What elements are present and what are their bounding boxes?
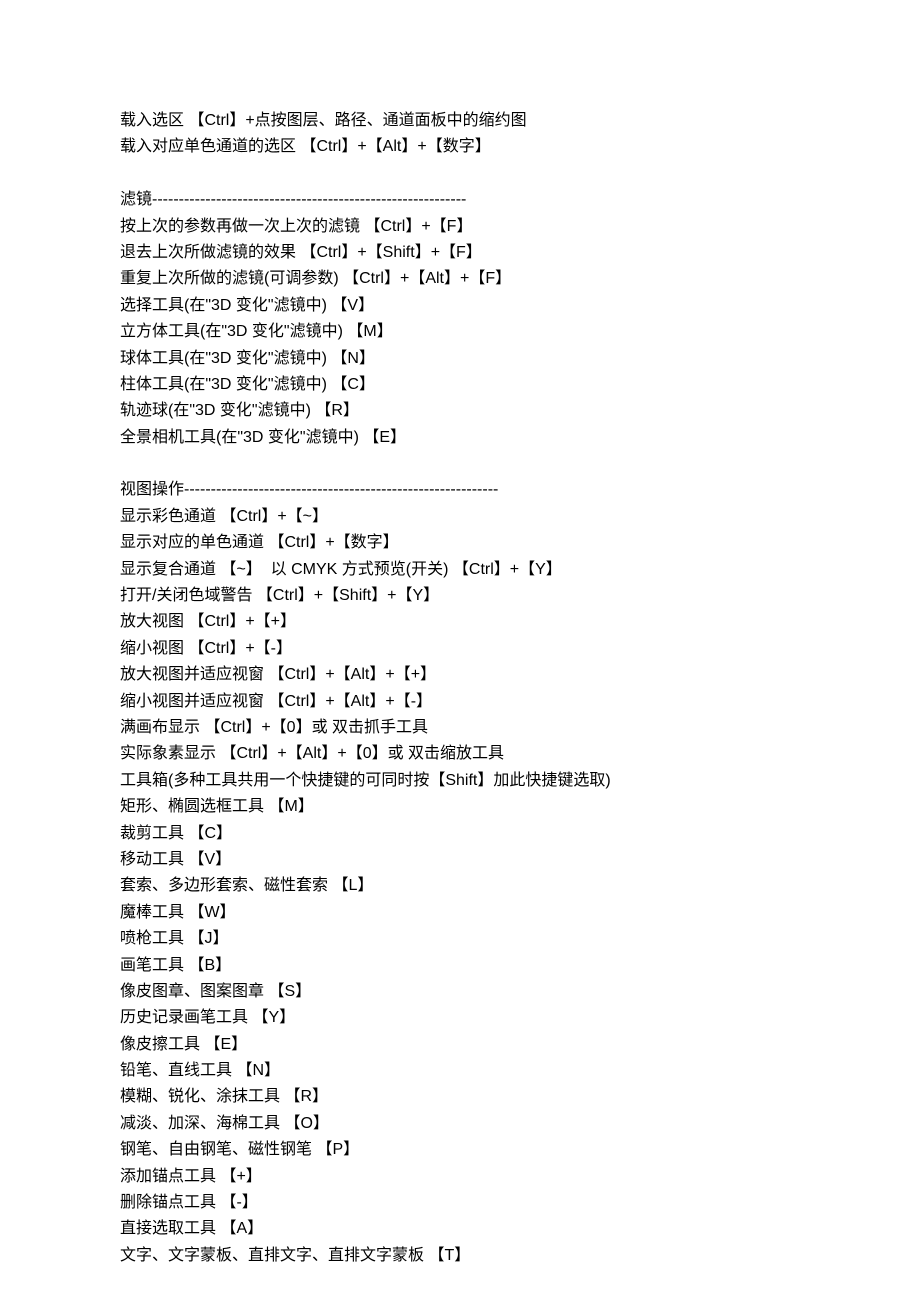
text-line: 放大视图 【Ctrl】+【+】: [120, 609, 800, 635]
text-line: 画笔工具 【B】: [120, 953, 800, 979]
text-line: 缩小视图 【Ctrl】+【-】: [120, 636, 800, 662]
text-line: 钢笔、自由钢笔、磁性钢笔 【P】: [120, 1137, 800, 1163]
text-line: 矩形、椭圆选框工具 【M】: [120, 794, 800, 820]
text-line: 放大视图并适应视窗 【Ctrl】+【Alt】+【+】: [120, 662, 800, 688]
text-line: 实际象素显示 【Ctrl】+【Alt】+【0】或 双击缩放工具: [120, 741, 800, 767]
text-line: 按上次的参数再做一次上次的滤镜 【Ctrl】+【F】: [120, 214, 800, 240]
text-line: 添加锚点工具 【+】: [120, 1164, 800, 1190]
text-line: 满画布显示 【Ctrl】+【0】或 双击抓手工具: [120, 715, 800, 741]
text-line: 载入对应单色通道的选区 【Ctrl】+【Alt】+【数字】: [120, 134, 800, 160]
text-line: 全景相机工具(在"3D 变化"滤镜中) 【E】: [120, 425, 800, 451]
text-line: 退去上次所做滤镜的效果 【Ctrl】+【Shift】+【F】: [120, 240, 800, 266]
text-line: 铅笔、直线工具 【N】: [120, 1058, 800, 1084]
text-line: 喷枪工具 【J】: [120, 926, 800, 952]
text-line: 立方体工具(在"3D 变化"滤镜中) 【M】: [120, 319, 800, 345]
text-line: 柱体工具(在"3D 变化"滤镜中) 【C】: [120, 372, 800, 398]
text-line: 裁剪工具 【C】: [120, 821, 800, 847]
text-line: 打开/关闭色域警告 【Ctrl】+【Shift】+【Y】: [120, 583, 800, 609]
text-line: 工具箱(多种工具共用一个快捷键的可同时按【Shift】加此快捷键选取): [120, 768, 800, 794]
text-line: 选择工具(在"3D 变化"滤镜中) 【V】: [120, 293, 800, 319]
text-line: 删除锚点工具 【-】: [120, 1190, 800, 1216]
text-line: 球体工具(在"3D 变化"滤镜中) 【N】: [120, 346, 800, 372]
text-line: 魔棒工具 【W】: [120, 900, 800, 926]
text-line: 视图操作------------------------------------…: [120, 477, 800, 503]
text-line: 模糊、锐化、涂抹工具 【R】: [120, 1084, 800, 1110]
text-line: 滤镜--------------------------------------…: [120, 187, 800, 213]
text-line: 套索、多边形套索、磁性套索 【L】: [120, 873, 800, 899]
text-line: 文字、文字蒙板、直排文字、直排文字蒙板 【T】: [120, 1243, 800, 1269]
blank-line: [120, 161, 800, 187]
text-line: 显示对应的单色通道 【Ctrl】+【数字】: [120, 530, 800, 556]
text-line: 轨迹球(在"3D 变化"滤镜中) 【R】: [120, 398, 800, 424]
text-line: 移动工具 【V】: [120, 847, 800, 873]
text-line: 直接选取工具 【A】: [120, 1216, 800, 1242]
text-line: 重复上次所做的滤镜(可调参数) 【Ctrl】+【Alt】+【F】: [120, 266, 800, 292]
text-line: 减淡、加深、海棉工具 【O】: [120, 1111, 800, 1137]
blank-line: [120, 451, 800, 477]
text-line: 显示复合通道 【~】 以 CMYK 方式预览(开关) 【Ctrl】+【Y】: [120, 557, 800, 583]
text-line: 缩小视图并适应视窗 【Ctrl】+【Alt】+【-】: [120, 689, 800, 715]
text-line: 像皮图章、图案图章 【S】: [120, 979, 800, 1005]
document-page: 载入选区 【Ctrl】+点按图层、路径、通道面板中的缩约图载入对应单色通道的选区…: [0, 0, 920, 1309]
text-line: 载入选区 【Ctrl】+点按图层、路径、通道面板中的缩约图: [120, 108, 800, 134]
text-line: 历史记录画笔工具 【Y】: [120, 1005, 800, 1031]
text-line: 像皮擦工具 【E】: [120, 1032, 800, 1058]
text-line: 显示彩色通道 【Ctrl】+【~】: [120, 504, 800, 530]
